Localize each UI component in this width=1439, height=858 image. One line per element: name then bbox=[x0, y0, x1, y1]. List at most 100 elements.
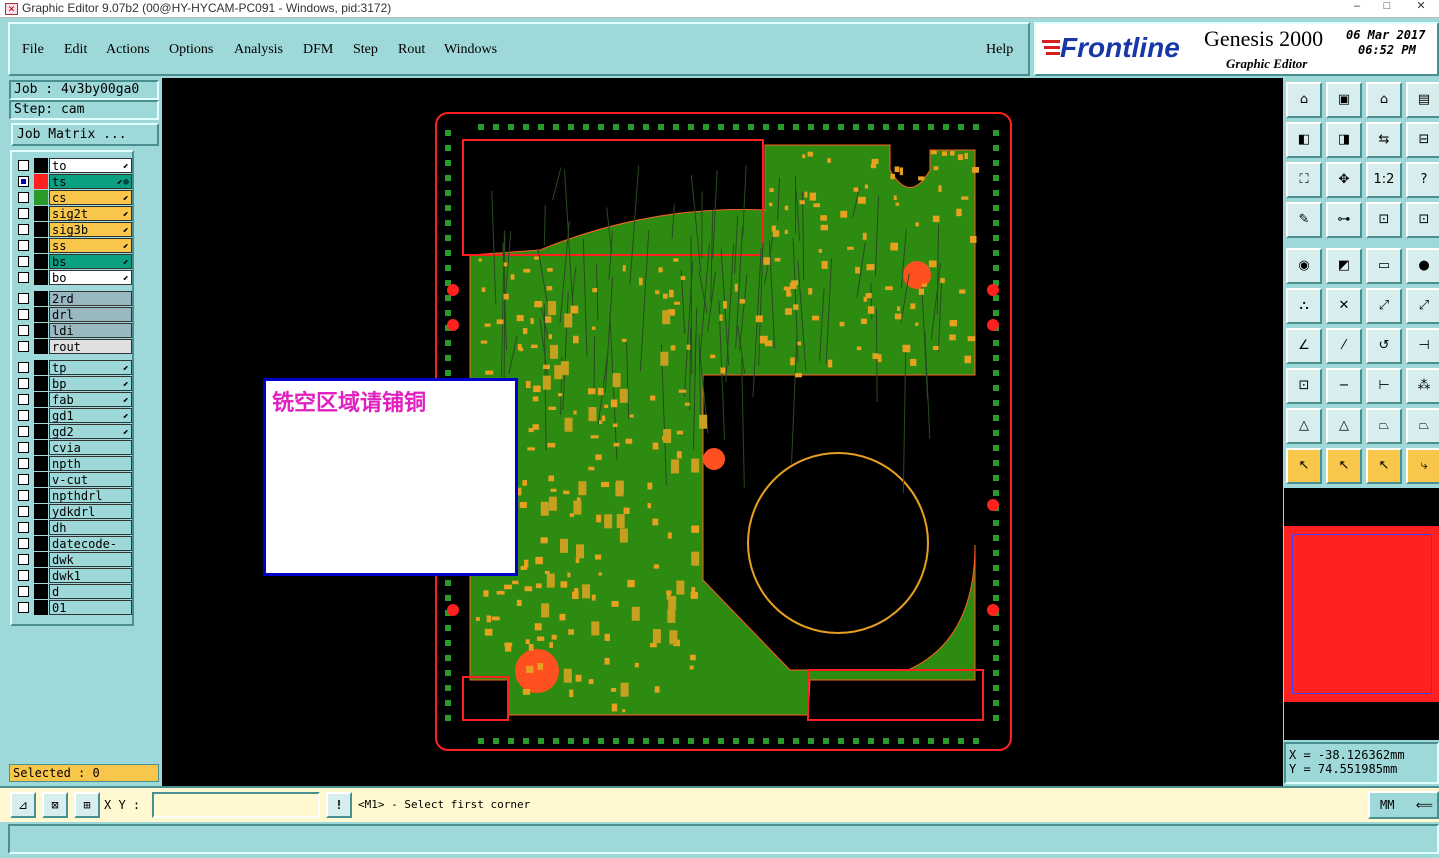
layer-checkbox[interactable] bbox=[18, 410, 29, 421]
layer-color-swatch[interactable] bbox=[34, 291, 48, 306]
layer-color-swatch[interactable] bbox=[34, 254, 48, 269]
layer-checkbox[interactable] bbox=[18, 506, 29, 517]
link-icon[interactable]: ⤢ bbox=[1366, 288, 1402, 324]
trapezoid2-icon[interactable]: ⏢ bbox=[1406, 408, 1439, 444]
layer-name[interactable]: rout bbox=[49, 339, 132, 354]
layer-color-swatch[interactable] bbox=[34, 307, 48, 322]
snap2-icon[interactable]: ⊡ bbox=[1406, 202, 1439, 238]
minus-icon[interactable]: − bbox=[1326, 368, 1362, 404]
width-icon[interactable]: ⊢ bbox=[1366, 368, 1402, 404]
layer-color-swatch[interactable] bbox=[34, 222, 48, 237]
layer-checkbox[interactable] bbox=[18, 256, 29, 267]
overview-map[interactable] bbox=[1284, 488, 1439, 740]
layer-name[interactable]: dh bbox=[49, 520, 132, 535]
layer-affected-icon[interactable]: ⬋ bbox=[123, 239, 129, 254]
triangle2-icon[interactable]: △ bbox=[1326, 408, 1362, 444]
slash-icon[interactable]: ⁄ bbox=[1326, 328, 1362, 364]
menu-file[interactable]: File bbox=[22, 42, 44, 58]
layer-name[interactable]: ts ⬋⊕ bbox=[49, 174, 132, 189]
layer-checkbox[interactable] bbox=[18, 362, 29, 373]
layer-affected-icon[interactable]: ⬋ bbox=[123, 377, 129, 392]
layer-row-v-cut[interactable]: v-cut bbox=[14, 472, 132, 487]
panel-icon[interactable]: ▤ bbox=[1406, 82, 1439, 118]
layer-checkbox[interactable] bbox=[18, 208, 29, 219]
help-icon[interactable]: ? bbox=[1406, 162, 1439, 198]
layer-name[interactable]: npth bbox=[49, 456, 132, 471]
layer-checkbox[interactable] bbox=[18, 426, 29, 437]
layer-checkbox[interactable] bbox=[18, 394, 29, 405]
layer-color-swatch[interactable] bbox=[34, 520, 48, 535]
layer-checkbox[interactable] bbox=[18, 224, 29, 235]
layer-name[interactable]: 01 bbox=[49, 600, 132, 615]
layer-checkbox[interactable] bbox=[18, 378, 29, 389]
maximize-button[interactable]: □ bbox=[1374, 0, 1400, 14]
layer-checkbox[interactable] bbox=[18, 176, 29, 187]
layer-affected-icon[interactable]: ⬋ bbox=[123, 207, 129, 222]
layer-row-drl[interactable]: drl bbox=[14, 307, 132, 322]
layer-row-ss[interactable]: ss ⬋ bbox=[14, 238, 132, 253]
layer-name[interactable]: fab ⬋ bbox=[49, 392, 132, 407]
layer-row-rout[interactable]: rout bbox=[14, 339, 132, 354]
alert-icon[interactable]: ! bbox=[326, 792, 352, 818]
layer-checkbox[interactable] bbox=[18, 341, 29, 352]
layer-row-fab[interactable]: fab ⬋ bbox=[14, 392, 132, 407]
zoom-in-icon[interactable]: ▣ bbox=[1326, 82, 1362, 118]
layer-color-swatch[interactable] bbox=[34, 408, 48, 423]
layer-affected-icon[interactable]: ⬋ bbox=[123, 393, 129, 408]
layer-checkbox[interactable] bbox=[18, 554, 29, 565]
menu-actions[interactable]: Actions bbox=[106, 42, 150, 58]
layer-row-datecode-to[interactable]: datecode-to bbox=[14, 536, 132, 566]
menu-dfm[interactable]: DFM bbox=[303, 42, 333, 58]
layer-name[interactable]: sig3b ⬋ bbox=[49, 222, 132, 237]
layer-name[interactable]: datecode-to bbox=[49, 536, 132, 566]
layer-name[interactable]: cs ⬋ bbox=[49, 190, 132, 205]
layer-row-npthdrl[interactable]: npthdrl bbox=[14, 488, 132, 503]
layer-checkbox[interactable] bbox=[18, 160, 29, 171]
layer-row-dh[interactable]: dh bbox=[14, 520, 132, 535]
arc-icon[interactable]: ↺ bbox=[1366, 328, 1402, 364]
layer-row-gd1[interactable]: gd1 ⬋ bbox=[14, 408, 132, 423]
layer-checkbox[interactable] bbox=[18, 570, 29, 581]
menu-help[interactable]: Help bbox=[986, 42, 1013, 58]
layer-name[interactable]: cvia bbox=[49, 440, 132, 455]
layer-affected-icon[interactable]: ⬋ bbox=[123, 271, 129, 286]
layer-checkbox[interactable] bbox=[18, 586, 29, 597]
layer-checkbox[interactable] bbox=[18, 325, 29, 336]
layer-color-swatch[interactable] bbox=[34, 238, 48, 253]
layer-name[interactable]: 2rd bbox=[49, 291, 132, 306]
close-button[interactable]: ✕ bbox=[1408, 0, 1434, 14]
layer-row-ldi[interactable]: ldi bbox=[14, 323, 132, 338]
layer-color-swatch[interactable] bbox=[34, 504, 48, 519]
layer-color-swatch[interactable] bbox=[34, 568, 48, 583]
select-icon[interactable]: ↖ bbox=[1286, 448, 1322, 484]
layer-affected-icon[interactable]: ⬋ bbox=[123, 425, 129, 440]
layer-row-dwk1[interactable]: dwk1 bbox=[14, 568, 132, 583]
layer-row-to[interactable]: to ⬋ bbox=[14, 158, 132, 173]
snap-icon[interactable]: ⊡ bbox=[1366, 202, 1402, 238]
layer-color-swatch[interactable] bbox=[34, 376, 48, 391]
layer-affected-icon[interactable]: ⬋ bbox=[123, 223, 129, 238]
record-icon[interactable]: ◉ bbox=[1286, 248, 1322, 284]
menu-options[interactable]: Options bbox=[169, 42, 213, 58]
snap-icon[interactable]: ⊿ bbox=[10, 792, 36, 818]
layer-row-d[interactable]: d bbox=[14, 584, 132, 599]
layer-color-swatch[interactable] bbox=[34, 440, 48, 455]
layer-row-cs[interactable]: cs ⬋ bbox=[14, 190, 132, 205]
layer-row-tp[interactable]: tp ⬋ bbox=[14, 360, 132, 375]
layer-checkbox[interactable] bbox=[18, 272, 29, 283]
layer-row-01[interactable]: 01 bbox=[14, 600, 132, 615]
line-icon[interactable]: ∠ bbox=[1286, 328, 1322, 364]
menu-edit[interactable]: Edit bbox=[64, 42, 87, 58]
menu-analysis[interactable]: Analysis bbox=[234, 42, 283, 58]
cluster-icon[interactable]: ⁂ bbox=[1406, 368, 1439, 404]
ruler-icon[interactable]: ▭ bbox=[1366, 248, 1402, 284]
crosshair-icon[interactable]: ⊞ bbox=[74, 792, 100, 818]
select2-icon[interactable]: ↖ bbox=[1326, 448, 1362, 484]
layer-checkbox[interactable] bbox=[18, 602, 29, 613]
layer-name[interactable]: ss ⬋ bbox=[49, 238, 132, 253]
layer-affected-icon[interactable]: ⬋ bbox=[123, 255, 129, 270]
layer-name[interactable]: d bbox=[49, 584, 132, 599]
layer-name[interactable]: bp ⬋ bbox=[49, 376, 132, 391]
layer-row-dwk[interactable]: dwk bbox=[14, 552, 132, 567]
snap-grid-icon[interactable]: ⊠ bbox=[42, 792, 68, 818]
